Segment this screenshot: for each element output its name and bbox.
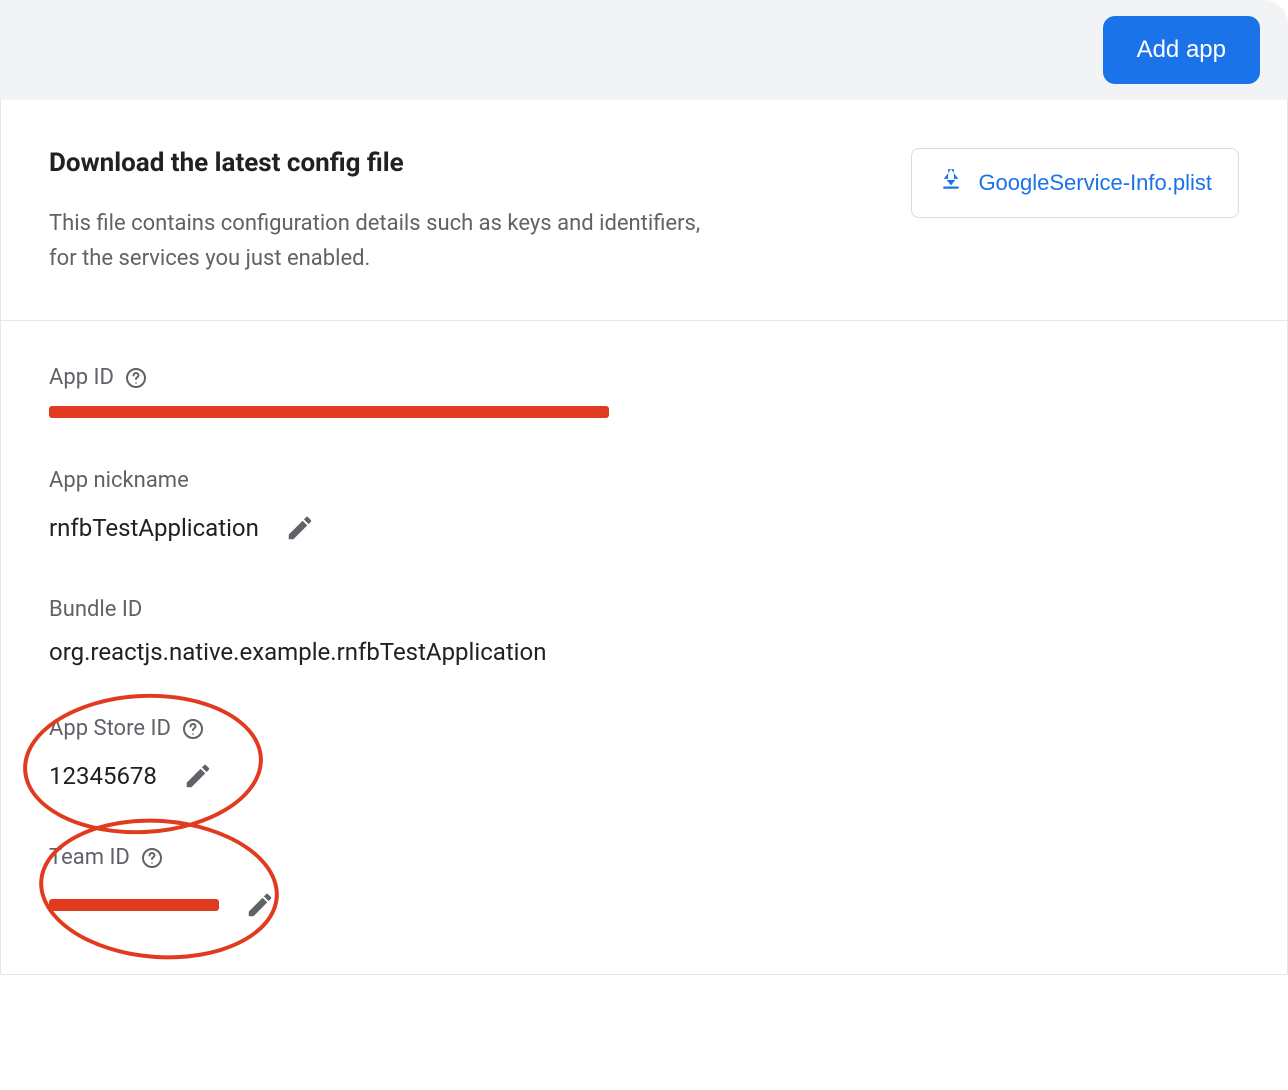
- add-app-button[interactable]: Add app: [1103, 16, 1260, 84]
- help-icon[interactable]: [181, 717, 205, 741]
- field-team-id: Team ID: [49, 845, 1239, 924]
- edit-team-id-button[interactable]: [241, 886, 279, 924]
- download-plist-button[interactable]: GoogleService-Info.plist: [911, 148, 1239, 218]
- app-nickname-label: App nickname: [49, 468, 189, 493]
- field-bundle-id: Bundle ID org.reactjs.native.example.rnf…: [49, 597, 1239, 666]
- bundle-id-label: Bundle ID: [49, 597, 142, 622]
- config-description: This file contains configuration details…: [49, 206, 709, 276]
- app-store-id-label: App Store ID: [49, 716, 171, 741]
- download-plist-label: GoogleService-Info.plist: [978, 170, 1212, 196]
- team-id-label: Team ID: [49, 845, 130, 870]
- config-heading: Download the latest config file: [49, 148, 709, 178]
- app-id-value-redacted: [49, 406, 609, 418]
- team-id-value-redacted: [49, 899, 219, 911]
- help-icon[interactable]: [140, 846, 164, 870]
- top-bar: Add app: [0, 0, 1288, 100]
- bundle-id-value: org.reactjs.native.example.rnfbTestAppli…: [49, 638, 546, 666]
- app-id-label: App ID: [49, 365, 114, 390]
- download-icon: [938, 167, 964, 199]
- app-nickname-value: rnfbTestApplication: [49, 514, 259, 542]
- app-settings-panel: Download the latest config file This fil…: [0, 100, 1288, 975]
- app-store-id-value: 12345678: [49, 762, 157, 790]
- edit-app-nickname-button[interactable]: [281, 509, 319, 547]
- config-file-section: Download the latest config file This fil…: [49, 148, 1239, 276]
- divider: [1, 320, 1287, 321]
- help-icon[interactable]: [124, 366, 148, 390]
- field-app-id: App ID: [49, 365, 1239, 418]
- field-app-store-id: App Store ID 12345678: [49, 716, 1239, 795]
- field-app-nickname: App nickname rnfbTestApplication: [49, 468, 1239, 547]
- edit-app-store-id-button[interactable]: [179, 757, 217, 795]
